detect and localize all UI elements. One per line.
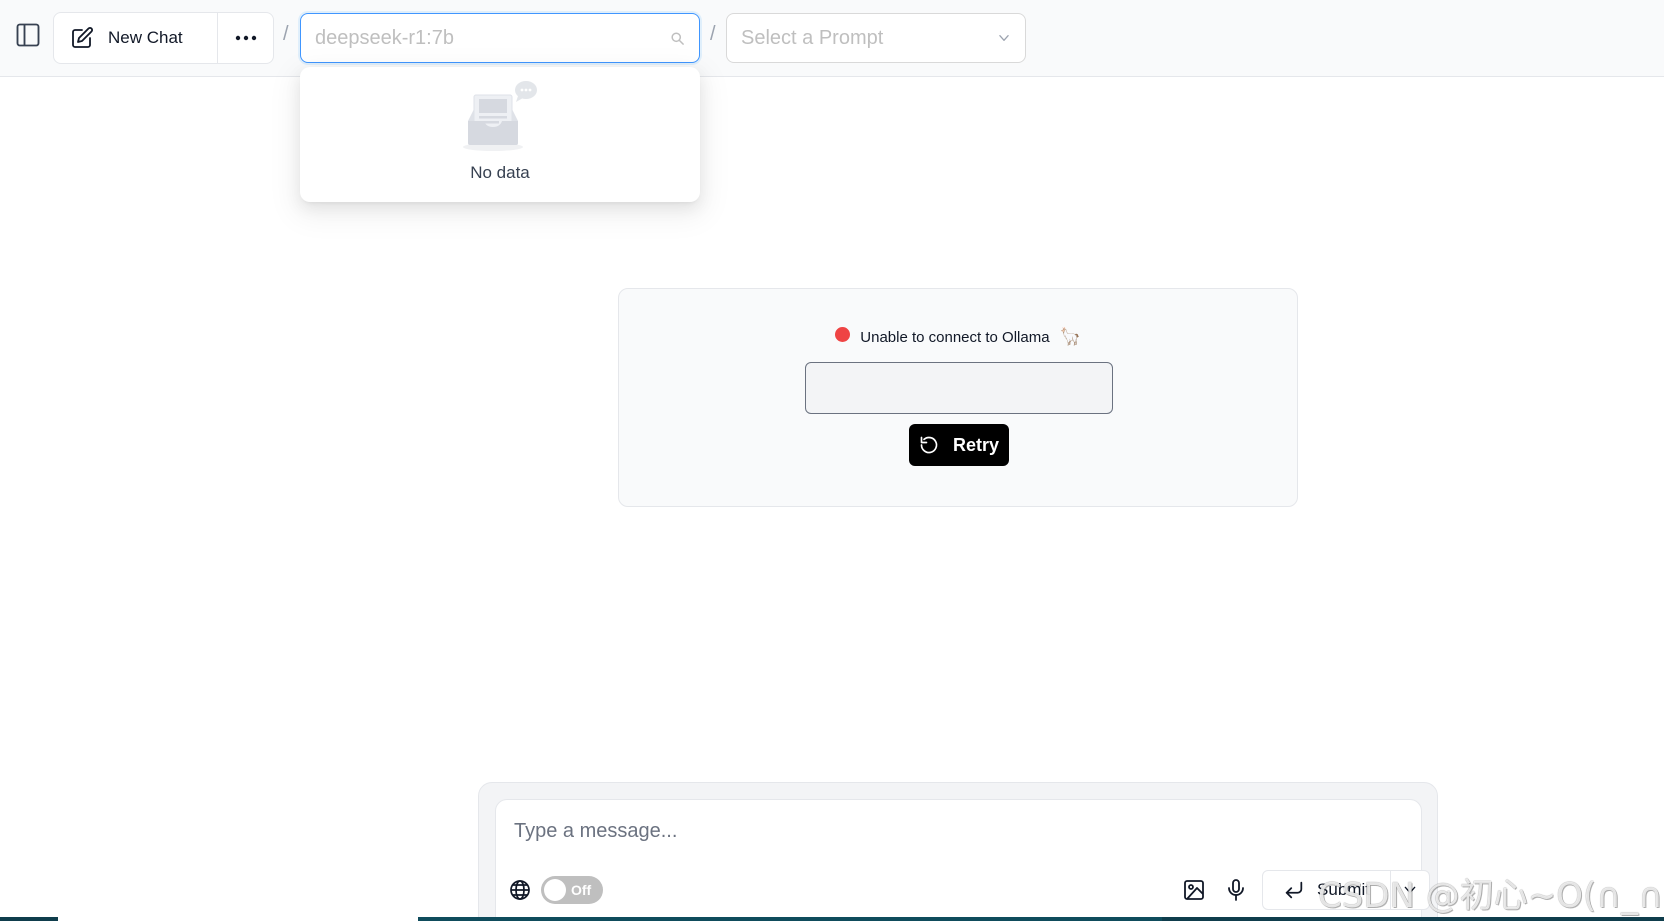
connection-status-text: Unable to connect to Ollama — [860, 328, 1050, 346]
chat-actions-group: New Chat — [53, 12, 274, 64]
prompt-select[interactable]: Select a Prompt — [726, 13, 1026, 63]
app-window: New Chat / / Select a Prompt — [0, 0, 1664, 921]
top-bar: New Chat / / Select a Prompt — [0, 0, 1664, 77]
message-input[interactable] — [514, 820, 1394, 843]
toggle-knob — [544, 879, 566, 901]
connection-status: Unable to connect to Ollama 🦙 — [619, 326, 1297, 347]
retry-button[interactable]: Retry — [909, 424, 1009, 466]
composer-container: Off Submit — [478, 782, 1438, 921]
search-icon — [671, 31, 684, 45]
breadcrumb-separator: / — [710, 23, 716, 45]
llama-emoji: 🦙 — [1059, 327, 1081, 346]
message-composer: Off Submit — [495, 799, 1430, 921]
retry-label: Retry — [952, 434, 1000, 455]
submit-button[interactable]: Submit — [1263, 871, 1391, 909]
submit-group: Submit — [1262, 870, 1430, 910]
toggle-state-label: Off — [571, 882, 592, 898]
new-chat-button[interactable]: New Chat — [54, 13, 218, 63]
prompt-select-placeholder: Select a Prompt — [741, 26, 884, 49]
sidebar-toggle-icon — [16, 23, 40, 47]
empty-inbox-icon — [463, 81, 537, 151]
submit-options-button[interactable] — [1391, 871, 1429, 909]
edit-icon — [72, 27, 93, 48]
model-select[interactable] — [300, 13, 700, 63]
model-dropdown: No data — [300, 67, 700, 202]
refresh-icon — [920, 436, 938, 454]
globe-icon[interactable] — [508, 878, 532, 902]
breadcrumb-separator: / — [283, 23, 289, 45]
connection-status-card: Unable to connect to Ollama 🦙 Retry — [618, 288, 1298, 507]
more-options-button[interactable] — [218, 13, 273, 63]
submit-label: Submit — [1317, 880, 1370, 899]
error-status-dot — [835, 326, 851, 342]
empty-state-text: No data — [470, 163, 530, 182]
web-search-toggle[interactable]: Off — [541, 876, 603, 904]
sidebar-toggle-button[interactable] — [12, 19, 44, 51]
chevron-down-icon — [999, 35, 1009, 41]
taskbar-strip — [0, 917, 1664, 921]
ollama-url-input[interactable] — [805, 362, 1113, 414]
ellipsis-icon — [235, 35, 256, 41]
chevron-down-icon — [1404, 886, 1416, 894]
microphone-icon[interactable] — [1224, 878, 1248, 902]
new-chat-label: New Chat — [108, 28, 183, 47]
image-upload-icon[interactable] — [1182, 878, 1206, 902]
enter-icon — [1285, 881, 1303, 899]
model-search-input[interactable] — [315, 26, 670, 50]
